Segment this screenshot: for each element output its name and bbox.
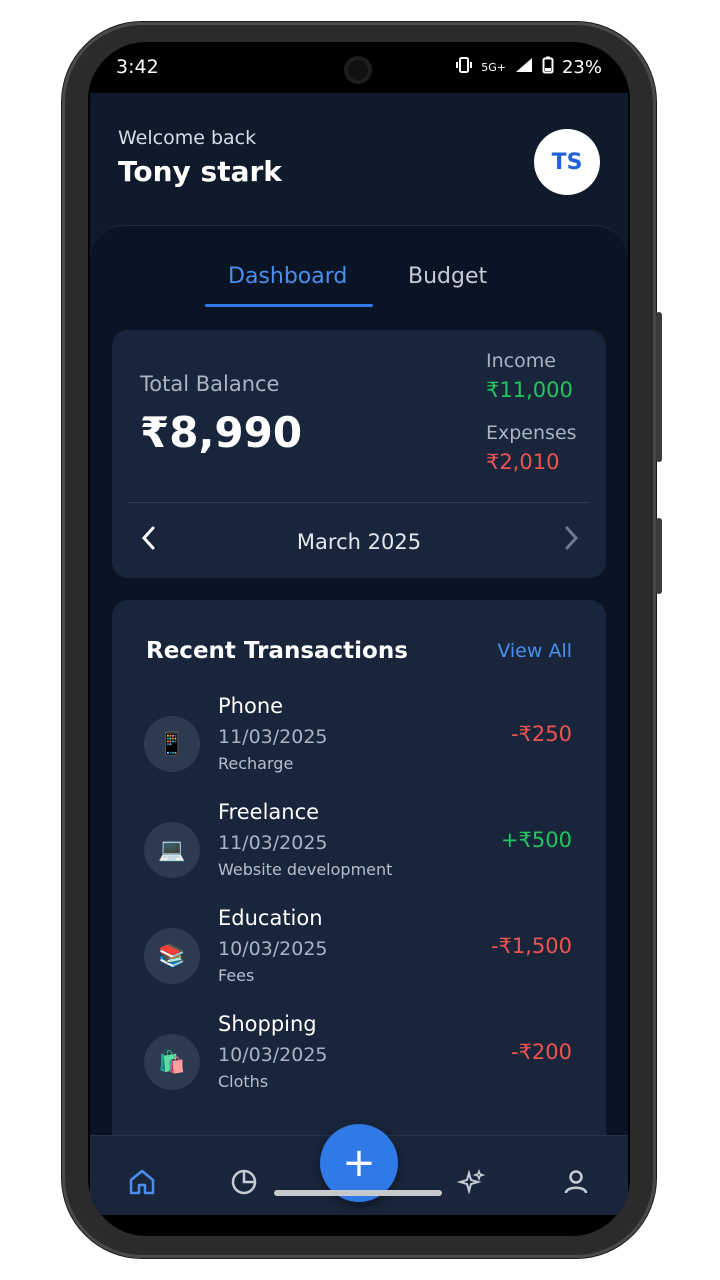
transaction-row[interactable]: 💻 Freelance 11/03/2025 Website developme… <box>112 800 606 900</box>
transaction-name: Shopping <box>218 1012 317 1036</box>
transaction-name: Freelance <box>218 800 320 824</box>
recent-transactions-title: Recent Transactions <box>146 638 408 664</box>
username: Tony stark <box>118 155 282 188</box>
pie-chart-icon[interactable] <box>224 1162 264 1202</box>
sparkles-icon[interactable] <box>452 1162 492 1202</box>
status-time: 3:42 <box>116 56 159 78</box>
add-icon: + <box>342 1140 376 1186</box>
transaction-amount: -₹200 <box>510 1040 572 1064</box>
transaction-amount: +₹500 <box>500 828 572 852</box>
laptop-icon: 💻 <box>144 822 200 878</box>
transaction-date: 11/03/2025 <box>218 726 328 748</box>
transaction-note: Website development <box>218 860 393 879</box>
vibrate-icon <box>455 56 473 79</box>
signal-icon <box>514 56 534 79</box>
total-balance-label: Total Balance <box>140 372 280 396</box>
expenses-label: Expenses <box>486 422 577 444</box>
transaction-date: 10/03/2025 <box>218 938 328 960</box>
transaction-row[interactable]: 🛍️ Shopping 10/03/2025 Cloths -₹200 <box>112 1012 606 1112</box>
chevron-right-icon[interactable] <box>556 524 586 554</box>
transaction-amount: -₹250 <box>510 722 572 746</box>
transaction-row[interactable]: 📚 Education 10/03/2025 Fees -₹1,500 <box>112 906 606 1006</box>
phone-frame: 3:42 5G+ 23% Welcome back Tony stark TS <box>62 22 662 1258</box>
transaction-name: Education <box>218 906 323 930</box>
expenses-value: ₹2,010 <box>486 450 560 474</box>
divider <box>128 502 590 503</box>
home-icon[interactable] <box>122 1162 162 1202</box>
recent-transactions-card: Recent Transactions View All 📱 Phone 11/… <box>112 600 606 1160</box>
view-all-link[interactable]: View All <box>497 640 572 662</box>
balance-card: Total Balance ₹8,990 Income ₹11,000 Expe… <box>112 330 606 578</box>
books-icon: 📚 <box>144 928 200 984</box>
active-tab-indicator <box>205 304 373 307</box>
transaction-date: 11/03/2025 <box>218 832 328 854</box>
income-label: Income <box>486 350 556 372</box>
shopping-bags-icon: 🛍️ <box>144 1034 200 1090</box>
transaction-note: Fees <box>218 966 255 985</box>
transaction-amount: -₹1,500 <box>490 934 572 958</box>
finance-app: Welcome back Tony stark TS Dashboard Bud… <box>90 93 628 1215</box>
tab-budget[interactable]: Budget <box>408 264 487 289</box>
front-camera <box>344 56 372 84</box>
tab-dashboard[interactable]: Dashboard <box>228 264 347 289</box>
transaction-note: Recharge <box>218 754 294 773</box>
gesture-home-bar[interactable] <box>274 1190 442 1196</box>
welcome-text: Welcome back <box>118 127 257 149</box>
battery-level: 23% <box>561 57 602 78</box>
tab-bar: Dashboard Budget <box>90 256 628 307</box>
transaction-date: 10/03/2025 <box>218 1044 328 1066</box>
user-icon[interactable] <box>556 1162 596 1202</box>
total-balance-value: ₹8,990 <box>140 408 303 457</box>
month-label: March 2025 <box>296 530 422 554</box>
power-button <box>656 518 662 594</box>
network-label: 5G+ <box>481 61 506 74</box>
transaction-name: Phone <box>218 694 284 718</box>
transaction-row[interactable]: 📱 Phone 11/03/2025 Recharge -₹250 <box>112 694 606 794</box>
transaction-note: Cloths <box>218 1072 269 1091</box>
phone-screen: 3:42 5G+ 23% Welcome back Tony stark TS <box>88 42 630 1236</box>
volume-button <box>656 312 662 462</box>
status-bar: 3:42 5G+ 23% <box>88 42 630 92</box>
income-value: ₹11,000 <box>486 378 573 402</box>
status-icons: 5G+ 23% <box>455 56 602 79</box>
phone-icon: 📱 <box>144 716 200 772</box>
main-panel: Dashboard Budget Total Balance ₹8,990 In… <box>90 225 628 1215</box>
avatar[interactable]: TS <box>534 129 600 195</box>
battery-icon <box>542 56 554 79</box>
